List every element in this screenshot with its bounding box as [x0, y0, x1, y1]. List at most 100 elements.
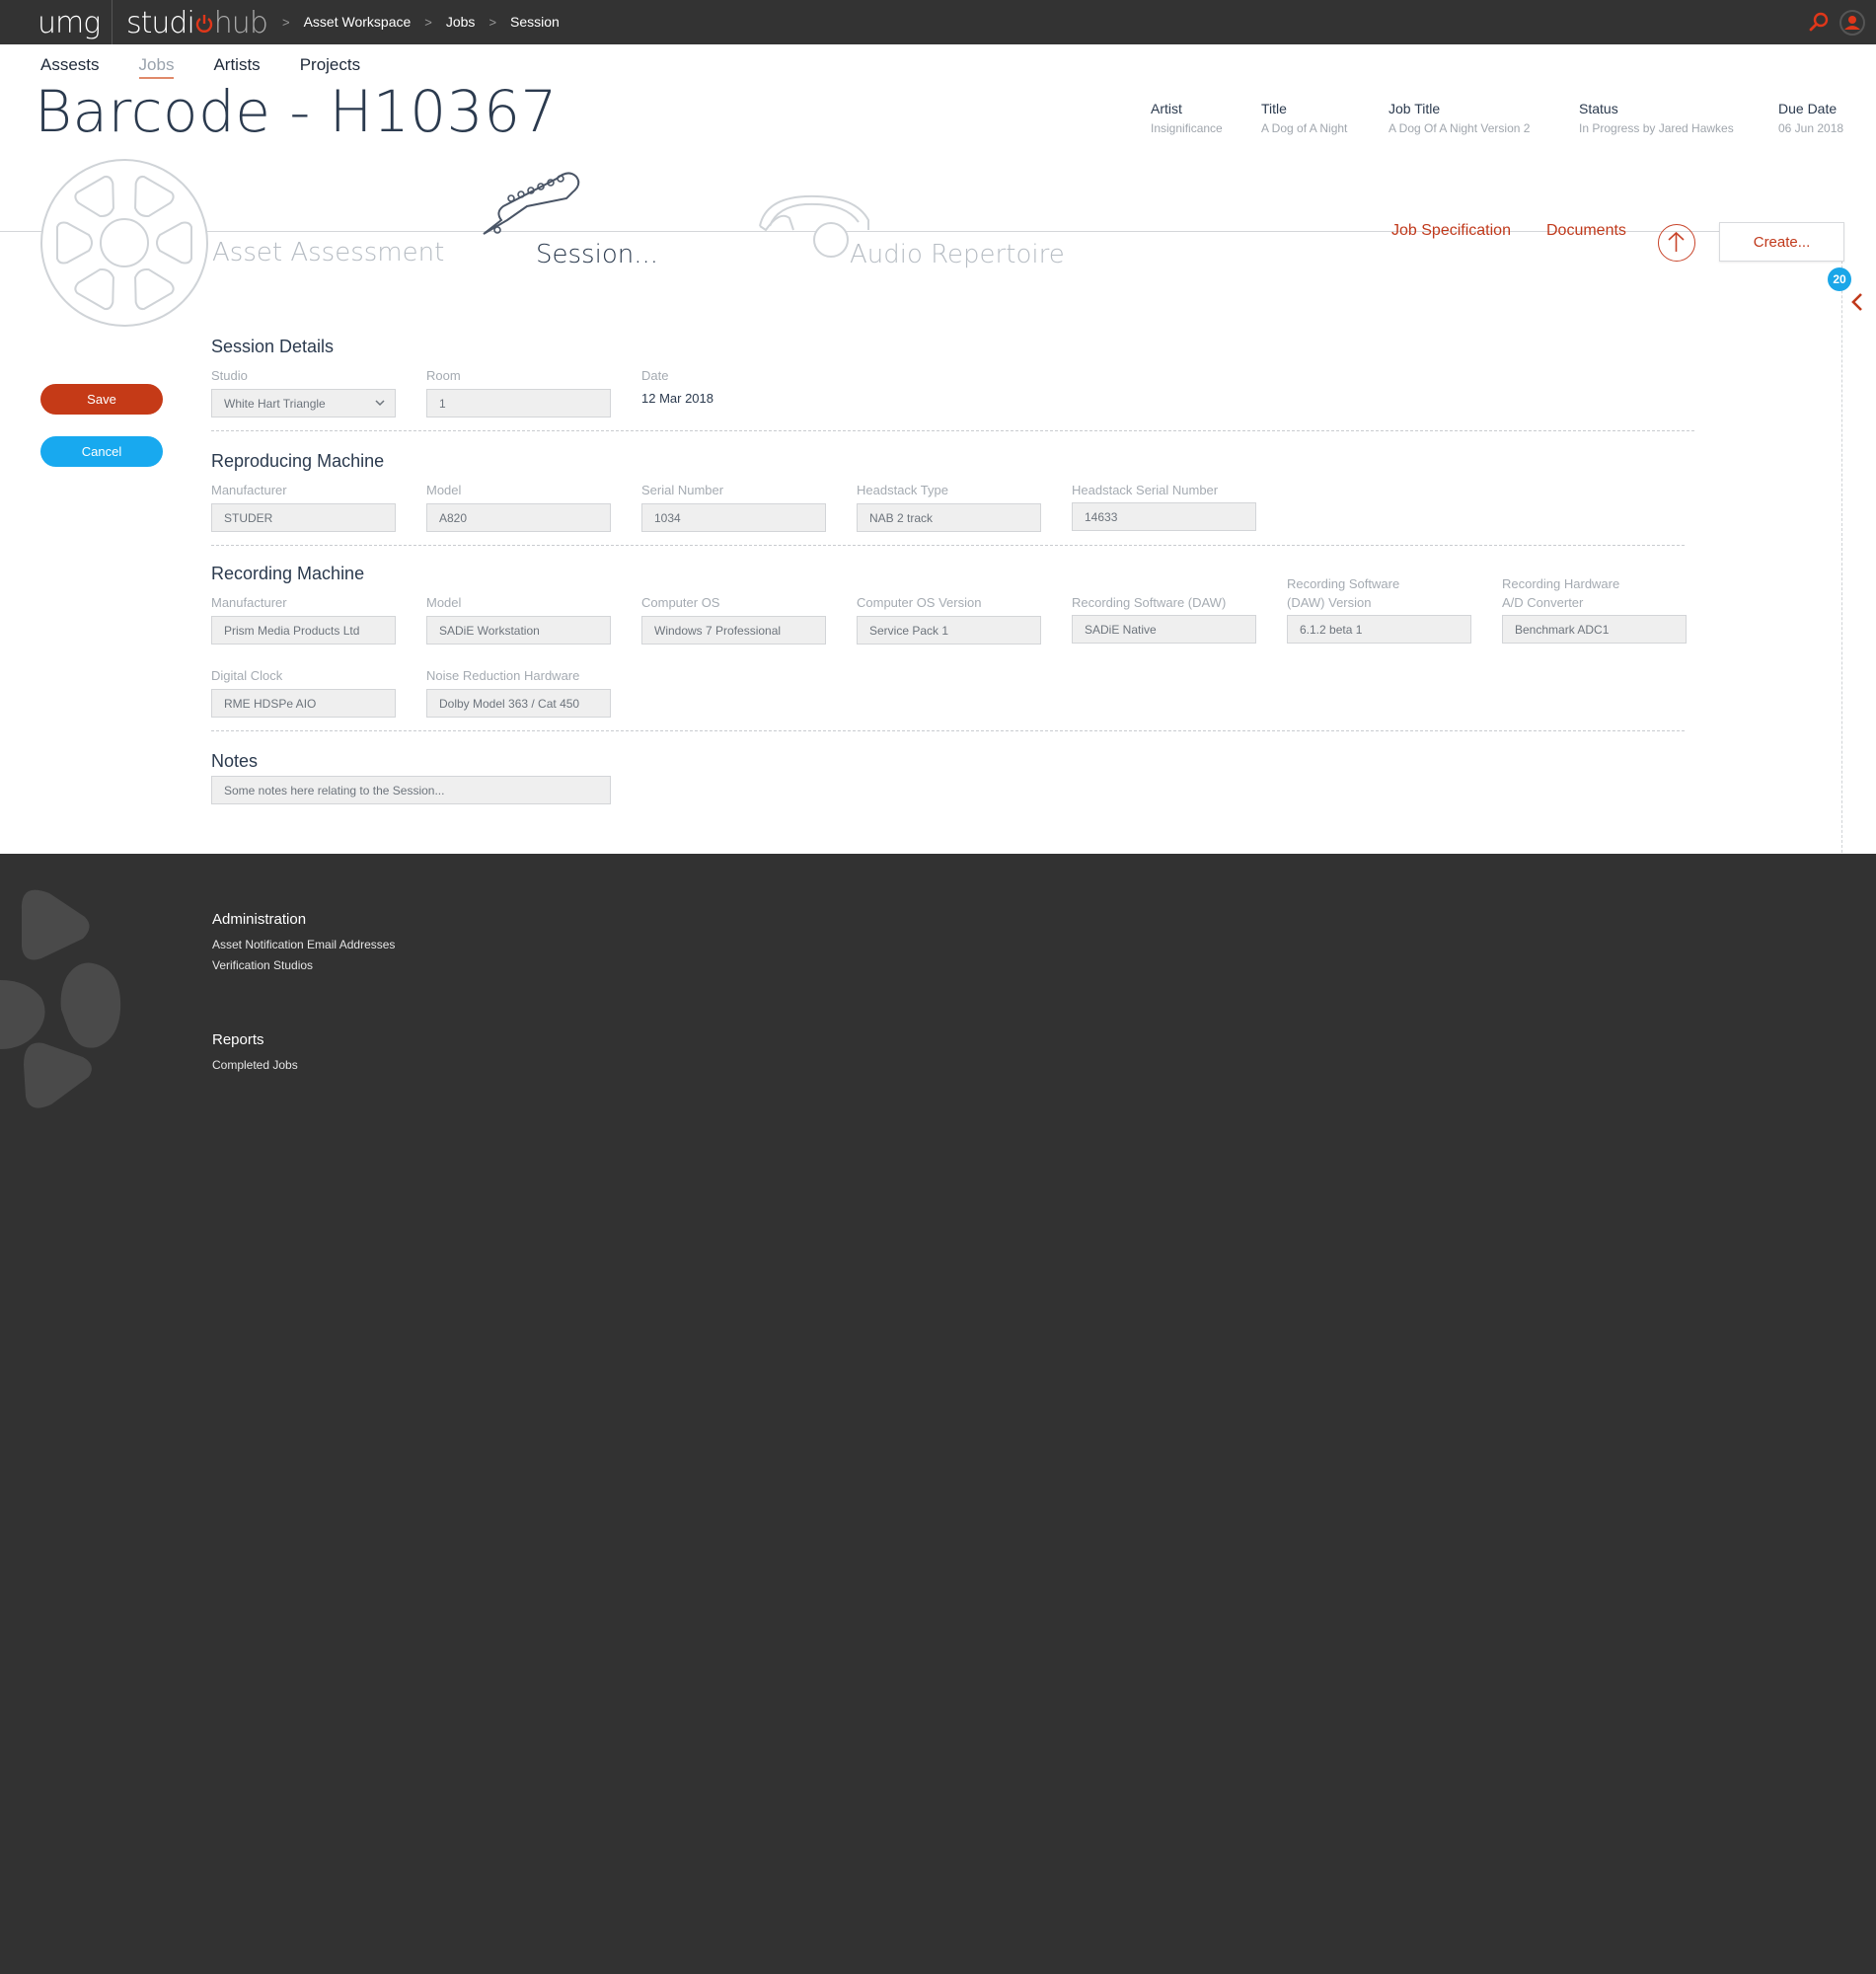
meta-label: Title: [1261, 101, 1287, 116]
user-icon[interactable]: [1839, 10, 1865, 36]
chevron-right-icon: >: [488, 14, 497, 30]
meta-due-date: Due Date 06 Jun 2018: [1778, 101, 1843, 135]
headstack-serial-label: Headstack Serial Number: [1072, 483, 1219, 497]
noise-reduction-label: Noise Reduction Hardware: [426, 668, 580, 683]
documents-link[interactable]: Documents: [1546, 222, 1626, 240]
daw-version-label: Recording Software (DAW) Version: [1287, 574, 1399, 612]
digital-clock-label: Digital Clock: [211, 668, 283, 683]
breadcrumb-asset-workspace[interactable]: Asset Workspace: [304, 14, 412, 30]
breadcrumb-jobs[interactable]: Jobs: [446, 14, 476, 30]
notes-field[interactable]: Some notes here relating to the Session.…: [211, 776, 611, 804]
rep-manufacturer-field[interactable]: STUDER: [211, 503, 396, 532]
rep-serial-label: Serial Number: [641, 483, 724, 497]
rep-serial-field[interactable]: 1034: [641, 503, 826, 532]
digital-clock-field[interactable]: RME HDSPe AIO: [211, 689, 396, 718]
daw-field[interactable]: SADiE Native: [1072, 615, 1256, 644]
footer-administration-heading: Administration: [212, 911, 307, 928]
studio-label: Studio: [211, 368, 248, 383]
step-audio-repertoire[interactable]: Audio Repertoire: [850, 240, 1065, 269]
date-value[interactable]: 12 Mar 2018: [641, 391, 713, 406]
rec-manufacturer-field[interactable]: Prism Media Products Ltd: [211, 616, 396, 645]
section-title-recording-machine: Recording Machine: [211, 564, 365, 583]
headstack-type-label: Headstack Type: [857, 483, 948, 497]
top-bar: umg studi hub > Asset Workspace > Jobs > …: [0, 0, 1876, 44]
daw-version-field[interactable]: 6.1.2 beta 1: [1287, 615, 1471, 644]
meta-value: In Progress by Jared Hawkes: [1579, 121, 1734, 135]
ad-converter-label: Recording Hardware A/D Converter: [1502, 574, 1619, 612]
section-title-notes: Notes: [211, 751, 259, 771]
footer-link[interactable]: Asset Notification Email Addresses: [212, 938, 395, 951]
cancel-button[interactable]: Cancel: [40, 436, 163, 467]
section-title-session-details: Session Details: [211, 337, 335, 356]
meta-label: Artist: [1151, 101, 1182, 116]
section-divider: [211, 430, 1694, 431]
os-version-label: Computer OS Version: [857, 595, 982, 610]
nav-jobs[interactable]: Jobs: [138, 55, 175, 79]
logo-studio-text: studi: [126, 6, 195, 40]
chevron-left-icon[interactable]: [1849, 291, 1865, 313]
guitar-icon[interactable]: [478, 161, 584, 238]
side-panel-divider: [1841, 231, 1842, 853]
room-field[interactable]: 1: [426, 389, 611, 418]
headstack-serial-field[interactable]: 14633: [1072, 502, 1256, 531]
os-version-field[interactable]: Service Pack 1: [857, 616, 1041, 645]
ad-converter-field[interactable]: Benchmark ADC1: [1502, 615, 1687, 644]
upload-button[interactable]: [1658, 224, 1695, 262]
studio-select[interactable]: White Hart Triangle: [211, 389, 396, 418]
meta-label: Status: [1579, 101, 1618, 116]
daw-version-label-line-1: Recording Software: [1287, 576, 1400, 591]
meta-status: Status In Progress by Jared Hawkes: [1579, 101, 1734, 135]
headstack-type-field[interactable]: NAB 2 track: [857, 503, 1041, 532]
nav-assests[interactable]: Assests: [40, 55, 100, 79]
nav-artists[interactable]: Artists: [213, 55, 260, 79]
chevron-right-icon: >: [424, 14, 432, 30]
meta-value: A Dog of A Night: [1261, 121, 1348, 135]
meta-label: Due Date: [1778, 101, 1838, 116]
rec-model-field[interactable]: SADiE Workstation: [426, 616, 611, 645]
rec-manufacturer-label: Manufacturer: [211, 595, 287, 610]
date-label: Date: [641, 368, 669, 383]
daw-label: Recording Software (DAW): [1072, 595, 1227, 610]
film-reel-icon[interactable]: [39, 158, 209, 328]
save-button[interactable]: Save: [40, 384, 163, 415]
meta-value: A Dog Of A Night Version 2: [1388, 121, 1531, 135]
meta-job-title: Job Title A Dog Of A Night Version 2: [1388, 101, 1530, 135]
job-specification-link[interactable]: Job Specification: [1391, 222, 1511, 240]
logo-divider: [112, 0, 113, 44]
computer-os-label: Computer OS: [641, 595, 720, 610]
power-icon: [194, 8, 214, 33]
main-nav: Assests Jobs Artists Projects: [40, 55, 400, 79]
nav-projects[interactable]: Projects: [300, 55, 360, 79]
rep-manufacturer-label: Manufacturer: [211, 483, 287, 497]
rec-model-label: Model: [426, 595, 462, 610]
footer: Administration Asset Notification Email …: [0, 854, 1876, 1974]
step-asset-assessment[interactable]: Asset Assessment: [212, 238, 444, 267]
studiohub-logo[interactable]: studi hub: [126, 6, 268, 40]
notification-badge[interactable]: 20: [1828, 267, 1851, 291]
meta-value: 06 Jun 2018: [1778, 121, 1844, 135]
meta-value: Insignificance: [1151, 121, 1223, 135]
noise-reduction-field[interactable]: Dolby Model 363 / Cat 450: [426, 689, 611, 718]
step-session[interactable]: Session...: [536, 240, 658, 269]
meta-artist: Artist Insignificance: [1151, 101, 1223, 135]
ad-converter-label-line-1: Recording Hardware: [1502, 576, 1620, 591]
footer-reports-heading: Reports: [212, 1031, 264, 1048]
upload-icon: [1668, 231, 1685, 252]
computer-os-field[interactable]: Windows 7 Professional: [641, 616, 826, 645]
chevron-right-icon: >: [282, 14, 290, 30]
page-title: Barcode - H10367: [35, 78, 558, 145]
rep-model-label: Model: [426, 483, 462, 497]
umg-logo[interactable]: umg: [38, 6, 101, 40]
chevron-down-icon: [375, 400, 385, 407]
footer-link[interactable]: Verification Studios: [212, 958, 313, 972]
ad-converter-label-line-2: A/D Converter: [1502, 595, 1584, 610]
studio-select-value: White Hart Triangle: [224, 396, 326, 411]
breadcrumb-session[interactable]: Session: [510, 14, 560, 30]
search-icon[interactable]: [1808, 11, 1830, 33]
room-label: Room: [426, 368, 461, 383]
create-button[interactable]: Create...: [1719, 222, 1844, 262]
daw-version-label-line-2: (DAW) Version: [1287, 595, 1372, 610]
rep-model-field[interactable]: A820: [426, 503, 611, 532]
section-divider: [211, 545, 1685, 546]
footer-link[interactable]: Completed Jobs: [212, 1058, 298, 1072]
